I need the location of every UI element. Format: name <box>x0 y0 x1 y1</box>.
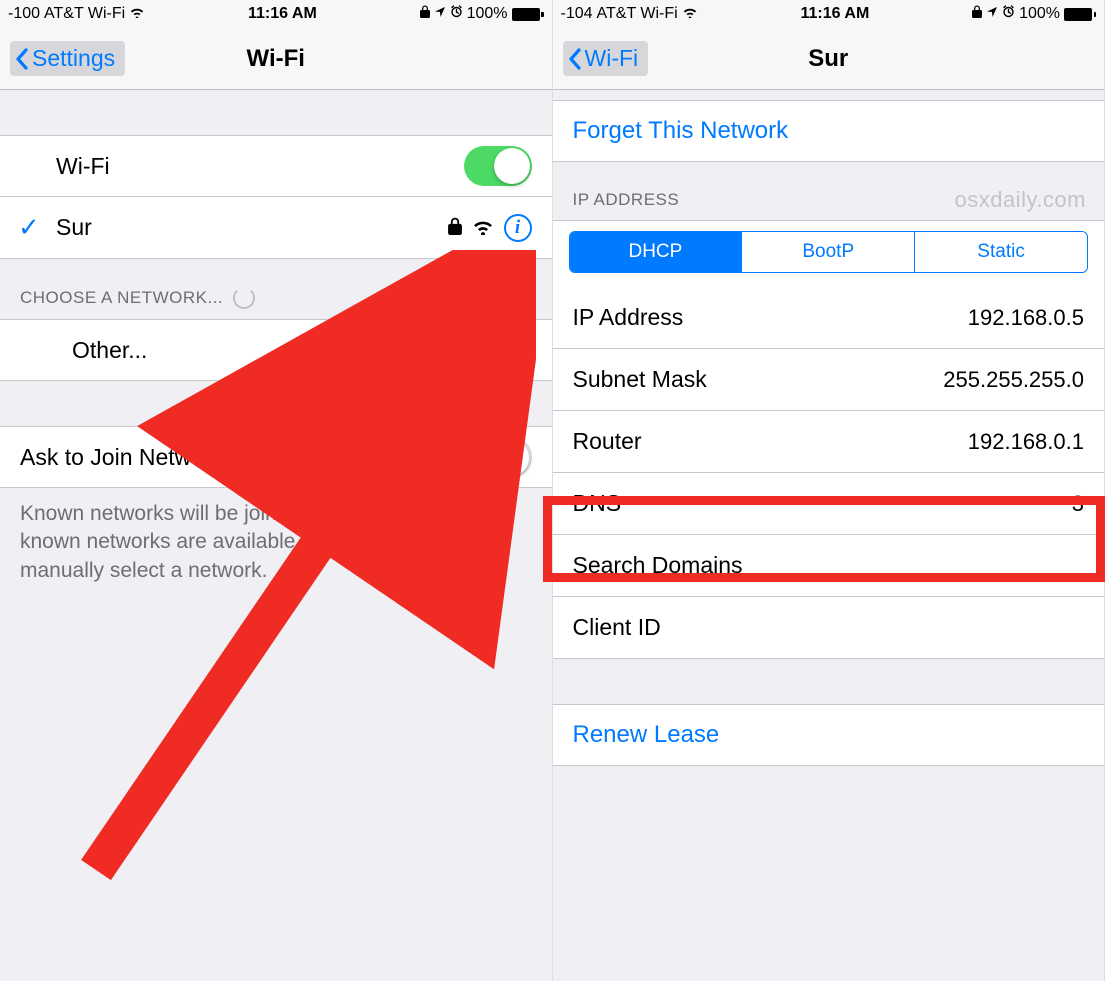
nav-bar: Wi-Fi Sur <box>553 28 1105 90</box>
location-icon <box>986 5 998 23</box>
router-label: Router <box>573 428 968 455</box>
screen-wifi-list: -100 AT&T Wi-Fi 11:16 AM 100% Settings W… <box>0 0 553 981</box>
watermark: osxdaily.com <box>954 187 1086 213</box>
ip-address-header: IP ADDRESS osxdaily.com <box>553 162 1105 220</box>
battery-percent: 100% <box>467 5 508 23</box>
screen-network-details: -104 AT&T Wi-Fi 11:16 AM 100% Wi-Fi Sur … <box>553 0 1105 981</box>
dns-label: DNS <box>573 490 1072 517</box>
battery-percent: 100% <box>1019 5 1060 23</box>
subnet-mask-row: Subnet Mask 255.255.255.0 <box>553 349 1105 411</box>
router-row: Router 192.168.0.1 <box>553 411 1105 473</box>
carrier-label: AT&T Wi-Fi <box>44 5 125 23</box>
ip-address-row: IP Address 192.168.0.5 <box>553 287 1105 349</box>
search-label: Search Domains <box>573 552 1085 579</box>
nav-bar: Settings Wi-Fi <box>0 28 552 90</box>
alarm-icon <box>1002 5 1015 23</box>
dns-row[interactable]: DNS 3 <box>553 473 1105 535</box>
ask-footer: Known networks will be joined automatica… <box>0 488 552 597</box>
wifi-icon <box>129 5 145 23</box>
forget-label: Forget This Network <box>573 117 789 145</box>
subnet-label: Subnet Mask <box>573 366 944 393</box>
ask-to-join-row[interactable]: Ask to Join Networks <box>0 426 552 488</box>
forget-network-row[interactable]: Forget This Network <box>553 100 1105 162</box>
client-label: Client ID <box>573 614 1085 641</box>
choose-network-header: CHOOSE A NETWORK... <box>0 259 552 319</box>
signal-strength: -100 <box>8 5 40 23</box>
ip-value: 192.168.0.5 <box>968 305 1084 331</box>
clock: 11:16 AM <box>248 5 317 23</box>
wifi-switch[interactable] <box>464 146 532 186</box>
other-label: Other... <box>72 337 532 364</box>
ask-label: Ask to Join Networks <box>20 444 464 471</box>
renew-label: Renew Lease <box>573 721 720 749</box>
search-domains-row[interactable]: Search Domains <box>553 535 1105 597</box>
lock-icon <box>448 214 462 241</box>
ask-switch[interactable] <box>464 437 532 477</box>
other-network-row[interactable]: Other... <box>0 319 552 381</box>
status-bar: -104 AT&T Wi-Fi 11:16 AM 100% <box>553 0 1105 28</box>
lock-icon <box>420 5 430 23</box>
signal-strength: -104 <box>561 5 593 23</box>
segment-dhcp[interactable]: DHCP <box>570 232 743 272</box>
back-label: Settings <box>32 45 115 72</box>
wifi-icon <box>682 5 698 23</box>
dns-value: 3 <box>1072 491 1084 517</box>
location-icon <box>434 5 446 23</box>
back-label: Wi-Fi <box>585 45 639 72</box>
connected-network-row[interactable]: ✓ Sur i <box>0 197 552 259</box>
carrier-label: AT&T Wi-Fi <box>597 5 678 23</box>
info-icon[interactable]: i <box>504 214 532 242</box>
ip-mode-segmented[interactable]: DHCP BootP Static <box>569 231 1089 273</box>
wifi-strength-icon <box>472 214 494 241</box>
lock-icon <box>972 5 982 23</box>
checkmark-icon: ✓ <box>18 212 40 243</box>
alarm-icon <box>450 5 463 23</box>
segment-static[interactable]: Static <box>915 232 1087 272</box>
page-title: Wi-Fi <box>247 45 305 73</box>
clock: 11:16 AM <box>801 5 870 23</box>
back-button[interactable]: Wi-Fi <box>563 41 649 76</box>
subnet-value: 255.255.255.0 <box>943 367 1084 393</box>
segment-bootp[interactable]: BootP <box>742 232 915 272</box>
wifi-label: Wi-Fi <box>20 153 464 180</box>
ip-label: IP Address <box>573 304 968 331</box>
renew-lease-row[interactable]: Renew Lease <box>553 704 1105 766</box>
battery-icon <box>512 8 544 21</box>
battery-icon <box>1064 8 1096 21</box>
network-name: Sur <box>56 214 448 241</box>
wifi-toggle-row[interactable]: Wi-Fi <box>0 135 552 197</box>
router-value: 192.168.0.1 <box>968 429 1084 455</box>
page-title: Sur <box>808 45 848 73</box>
client-id-row[interactable]: Client ID <box>553 597 1105 659</box>
back-button[interactable]: Settings <box>10 41 125 76</box>
spinner-icon <box>233 287 255 309</box>
status-bar: -100 AT&T Wi-Fi 11:16 AM 100% <box>0 0 552 28</box>
